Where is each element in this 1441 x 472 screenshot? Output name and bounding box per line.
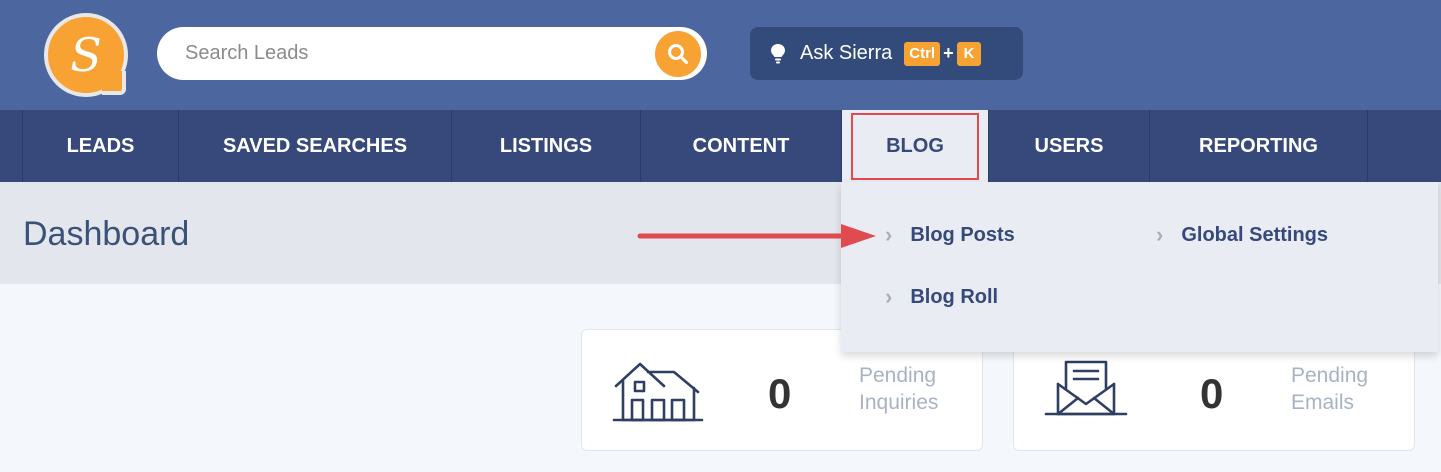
dropdown-item-blog-roll[interactable]: › Blog Roll (885, 284, 998, 310)
dropdown-item-label: Blog Posts (910, 223, 1015, 246)
ctrl-key-badge: Ctrl (904, 41, 941, 66)
pending-emails-count: 0 (1200, 370, 1224, 417)
dropdown-item-global-settings[interactable]: › Global Settings (1156, 222, 1328, 248)
nav-listings[interactable]: LISTINGS (451, 110, 640, 182)
nav-leads[interactable]: LEADS (22, 110, 178, 182)
house-icon (612, 362, 704, 422)
dropdown-item-blog-posts[interactable]: › Blog Posts (885, 222, 1015, 248)
pending-inquiries-label: Pending Inquiries (859, 362, 938, 416)
nav-reporting[interactable]: REPORTING (1149, 110, 1367, 182)
nav-end-divider (1367, 110, 1441, 182)
search-button[interactable] (655, 31, 701, 77)
chevron-right-icon: › (885, 222, 893, 247)
search-input[interactable] (185, 38, 645, 68)
pending-inquiries-label-line1: Pending (859, 364, 937, 387)
search-box (157, 27, 707, 80)
nav-saved-searches[interactable]: SAVED SEARCHES (178, 110, 451, 182)
pending-emails-label-line1: Pending (1291, 364, 1369, 387)
ask-sierra-button[interactable]: Ask Sierra Ctrl + K (750, 27, 1023, 80)
sierra-logo[interactable]: S (44, 13, 128, 97)
email-icon (1044, 360, 1128, 416)
blog-dropdown-menu: › Blog Posts › Global Settings › Blog Ro… (841, 182, 1438, 352)
nav-content[interactable]: CONTENT (640, 110, 841, 182)
chevron-right-icon: › (1156, 222, 1164, 247)
pending-emails-label-line2: Emails (1291, 391, 1355, 414)
dropdown-item-label: Blog Roll (910, 285, 999, 308)
ask-sierra-label: Ask Sierra (800, 42, 893, 64)
pending-inquiries-label-line2: Inquiries (859, 391, 939, 414)
pending-inquiries-count: 0 (768, 370, 792, 417)
nav-users[interactable]: USERS (988, 110, 1149, 182)
k-key-badge: K (956, 41, 982, 66)
chevron-right-icon: › (885, 284, 893, 309)
pending-emails-label: Pending Emails (1291, 362, 1368, 416)
dropdown-item-label: Global Settings (1181, 223, 1329, 246)
search-icon (668, 44, 689, 65)
main-nav: LEADS SAVED SEARCHES LISTINGS CONTENT BL… (0, 110, 1441, 182)
plus-sign: + (943, 43, 954, 63)
page-title: Dashboard (23, 215, 190, 253)
annotation-arrow-icon (637, 224, 876, 248)
top-bar: S Ask Sierra Ctrl + K (0, 0, 1441, 110)
logo-letter: S (70, 28, 102, 82)
blog-highlight-box (851, 113, 979, 180)
lightbulb-icon (771, 43, 785, 63)
